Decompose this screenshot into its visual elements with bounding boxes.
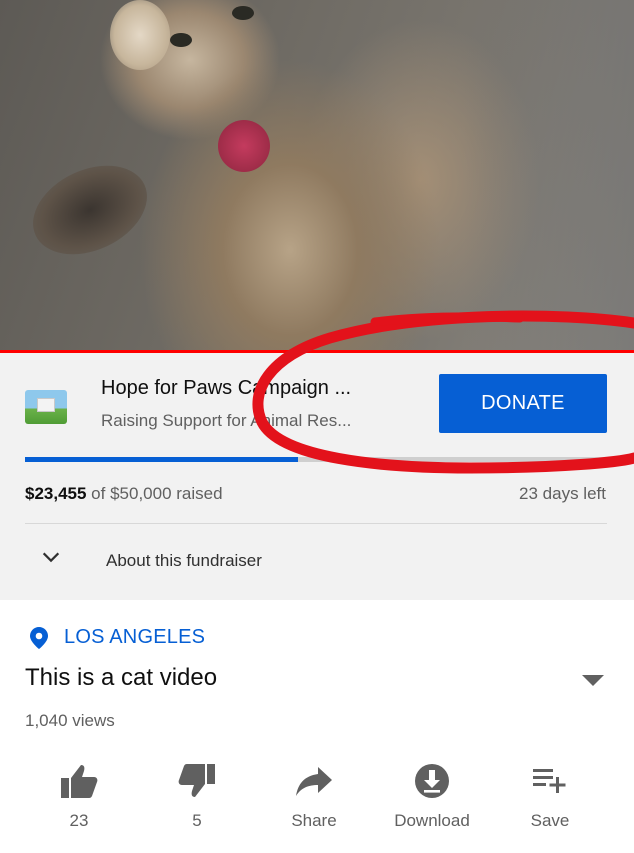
cat-collar — [218, 120, 270, 172]
video-background — [464, 0, 634, 352]
cat-paw — [18, 148, 162, 272]
fundraiser-title[interactable]: Hope for Paws Campaign ... — [101, 377, 421, 400]
share-button[interactable]: Share — [259, 755, 369, 845]
download-icon — [415, 764, 449, 798]
share-icon — [296, 767, 332, 796]
dislike-button[interactable]: 5 — [142, 755, 252, 845]
like-count: 23 — [69, 811, 89, 830]
thumbs-up-icon — [61, 765, 98, 798]
view-count: 1,040 views — [25, 711, 115, 730]
thumbnail-graphic — [37, 398, 55, 412]
cat-eye — [170, 33, 192, 47]
fundraiser-progress-bar — [25, 457, 607, 462]
donate-button[interactable]: DONATE — [439, 374, 607, 433]
thumbs-down-icon — [178, 764, 215, 797]
fundraiser-panel: Hope for Paws Campaign ... Raising Suppo… — [0, 353, 634, 600]
cat-ear — [110, 0, 170, 70]
chevron-down-icon — [42, 552, 60, 563]
raised-goal-text: of $50,000 raised — [86, 484, 223, 503]
download-button[interactable]: Download — [377, 755, 487, 845]
about-fundraiser-toggle[interactable]: About this fundraiser — [0, 524, 634, 600]
raised-amount: $23,455 — [25, 484, 87, 503]
action-bar: 23 5 Share Download Save — [0, 755, 634, 845]
save-button[interactable]: Save — [495, 755, 605, 845]
expand-description-icon[interactable] — [580, 672, 606, 688]
video-info: LOS ANGELES This is a cat video 1,040 vi… — [0, 600, 634, 853]
fundraiser-subtitle: Raising Support for Animal Res... — [101, 411, 352, 430]
fundraiser-thumbnail[interactable] — [25, 390, 67, 424]
save-playlist-icon — [533, 769, 566, 793]
fundraiser-progress-fill — [25, 457, 298, 462]
share-label: Share — [291, 811, 337, 830]
about-fundraiser-label: About this fundraiser — [106, 551, 262, 570]
video-title: This is a cat video — [25, 664, 218, 691]
raised-summary: $23,455 of $50,000 raised — [25, 484, 223, 504]
dislike-count: 5 — [192, 811, 202, 830]
days-left: 23 days left — [519, 484, 606, 503]
like-button[interactable]: 23 — [24, 755, 134, 845]
location-pin-icon — [30, 627, 48, 649]
save-label: Save — [530, 811, 570, 830]
video-player[interactable] — [0, 0, 634, 352]
download-label: Download — [394, 811, 470, 830]
location-link[interactable]: LOS ANGELES — [64, 626, 205, 649]
cat-eye — [232, 6, 254, 20]
